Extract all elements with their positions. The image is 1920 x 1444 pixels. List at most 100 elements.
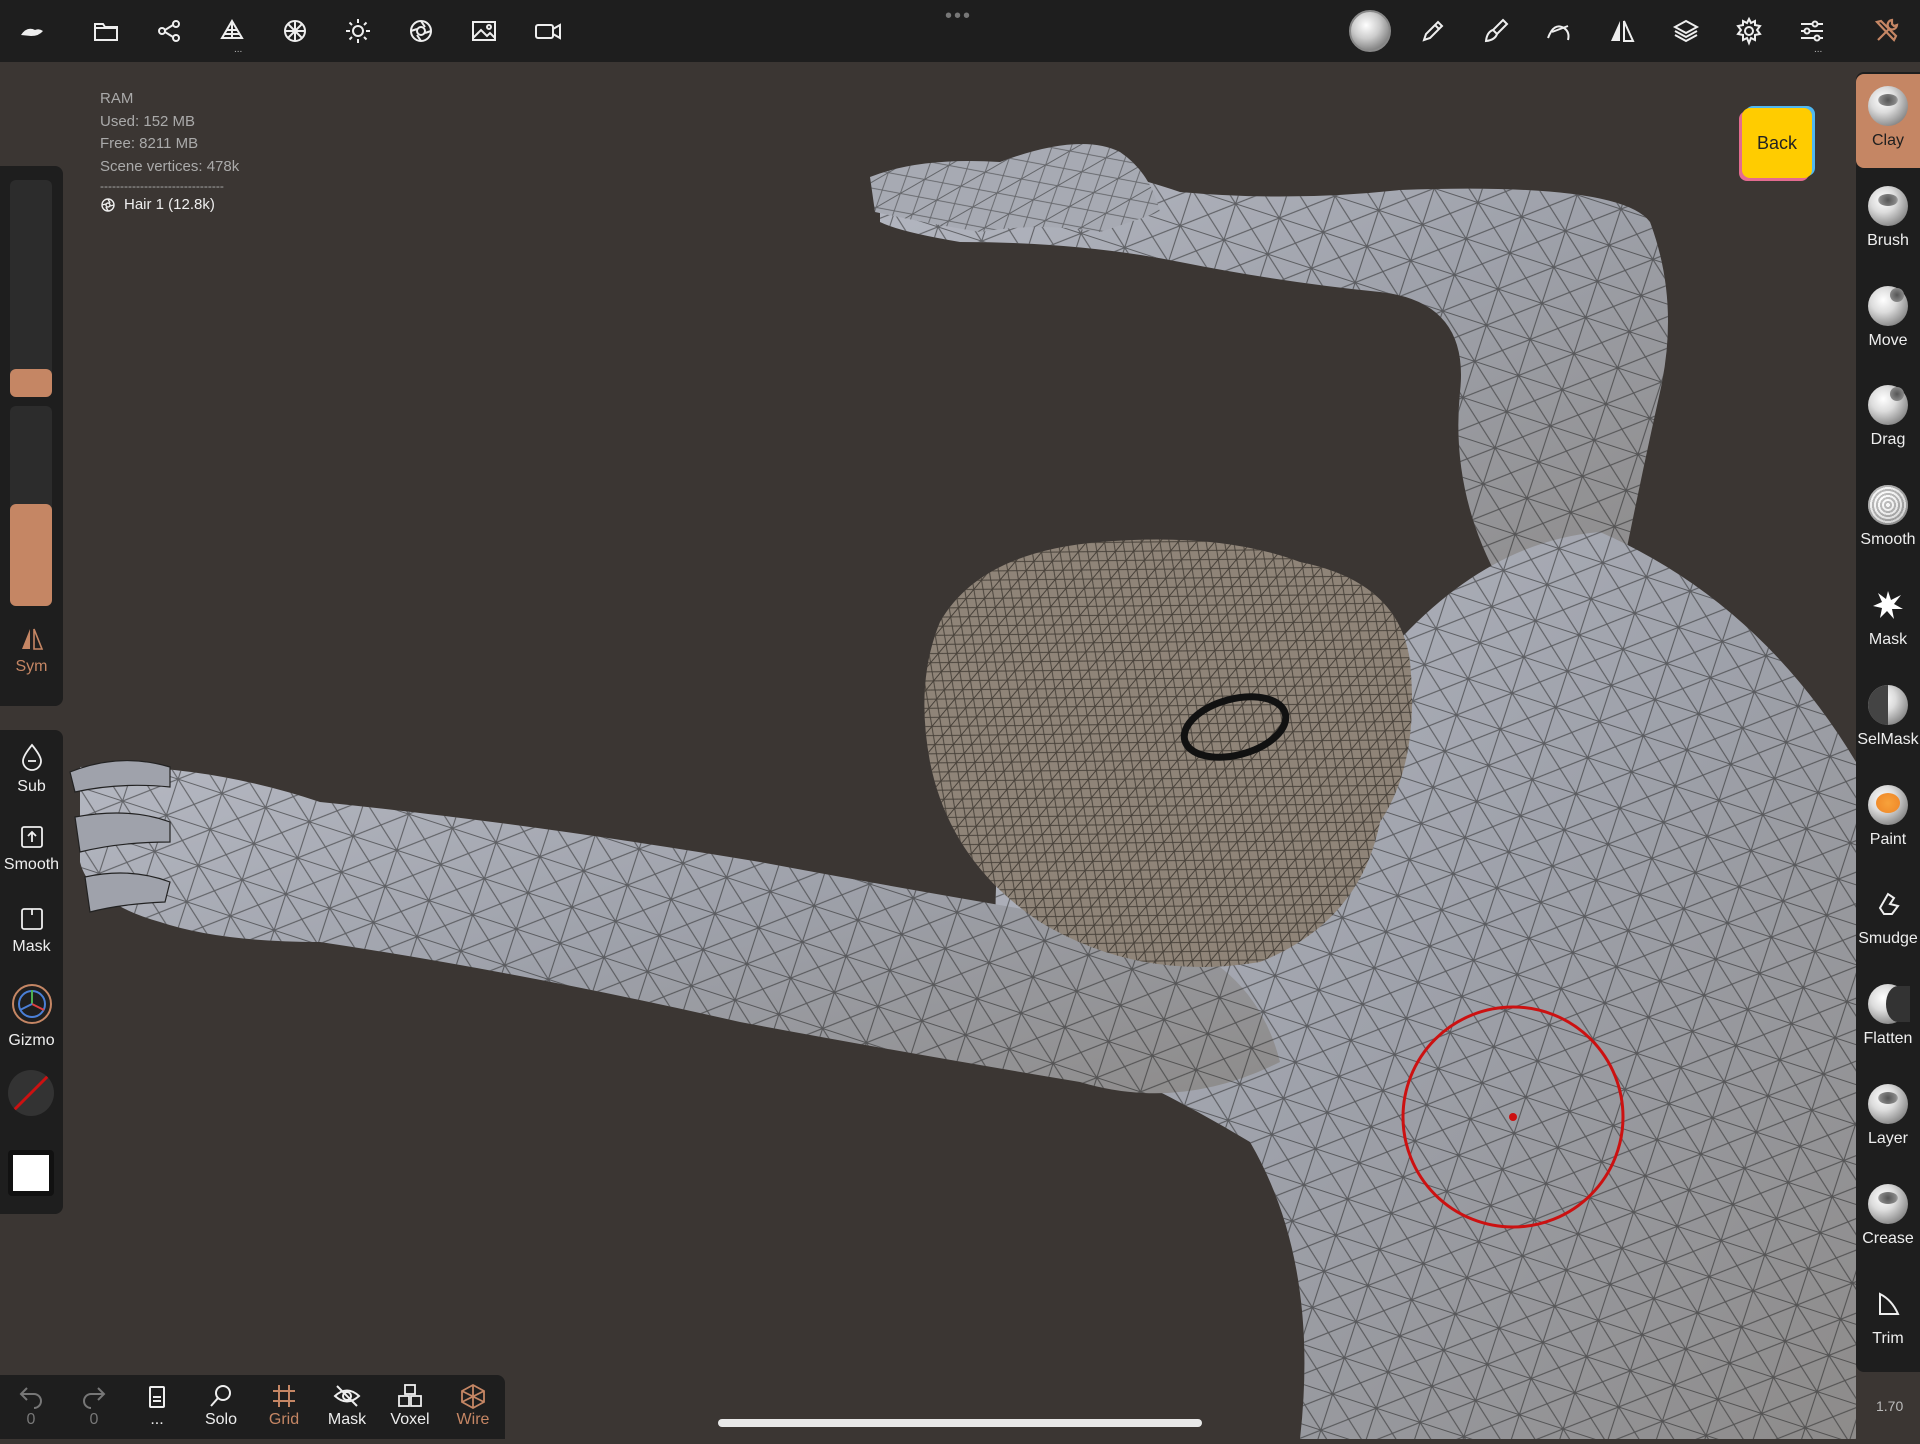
tools-wrench-icon[interactable] bbox=[1865, 10, 1909, 52]
tool-drag[interactable]: Drag bbox=[1856, 373, 1920, 467]
radius-slider-fill bbox=[10, 368, 52, 397]
left-slider-panel: Sym bbox=[0, 166, 63, 706]
gizmo-button[interactable]: Gizmo bbox=[0, 982, 63, 1050]
redo-button[interactable]: 0 bbox=[65, 1383, 123, 1429]
history-button[interactable]: ... bbox=[128, 1383, 186, 1429]
white-swatch bbox=[13, 1155, 49, 1191]
sphere-layer-icon bbox=[1868, 1084, 1908, 1124]
stroke-curve-icon[interactable] bbox=[1537, 10, 1581, 52]
tool-smudge[interactable]: Smudge bbox=[1856, 872, 1920, 966]
grid-button[interactable]: Grid bbox=[255, 1383, 313, 1429]
settings-gear-icon[interactable] bbox=[1727, 10, 1771, 52]
3d-viewport[interactable] bbox=[0, 62, 1920, 1439]
back-button[interactable]: Back bbox=[1742, 108, 1812, 178]
symmetry-icon bbox=[21, 628, 43, 650]
tool-label: Mask bbox=[1868, 631, 1908, 648]
scene-tree-icon[interactable] bbox=[147, 10, 191, 52]
tool-label: Paint bbox=[1869, 830, 1907, 848]
sphere-paint-icon bbox=[1868, 784, 1908, 825]
ram-free: Free: 8211 MB bbox=[100, 135, 199, 152]
light-sun-icon[interactable] bbox=[336, 10, 380, 52]
stroke-pen-icon[interactable] bbox=[1411, 10, 1455, 52]
gizmo-label: Gizmo bbox=[8, 1032, 55, 1049]
tool-label: Move bbox=[1868, 331, 1908, 349]
selected-object[interactable]: Hair 1 (12.8k) bbox=[100, 194, 255, 217]
tool-mask[interactable]: Mask bbox=[1856, 573, 1920, 667]
sphere-crease-icon bbox=[1868, 1183, 1908, 1224]
gizmo-icon bbox=[11, 984, 52, 1024]
mask-label: Mask bbox=[12, 938, 51, 955]
folder-icon[interactable] bbox=[84, 10, 128, 52]
tool-flatten[interactable]: Flatten bbox=[1856, 972, 1920, 1066]
tool-label: Trim bbox=[1872, 1329, 1904, 1347]
selected-object-label: Hair 1 (12.8k) bbox=[124, 196, 215, 213]
toolbar-subdots-right: ... bbox=[1814, 44, 1823, 55]
tool-paint[interactable]: Paint bbox=[1856, 773, 1920, 867]
sym-label: Sym bbox=[15, 658, 48, 675]
object-shader-icon bbox=[101, 198, 115, 212]
material-shader-icon[interactable] bbox=[399, 10, 443, 52]
toolbar-subdots: ... bbox=[234, 44, 243, 55]
scene-stats: RAM Used: 152 MB Free: 8211 MB Scene ver… bbox=[100, 88, 255, 217]
mask-button[interactable]: Mask bbox=[0, 906, 63, 956]
sphere-brush-icon bbox=[1868, 185, 1908, 226]
top-toolbar: ... ••• ... bbox=[0, 0, 1920, 62]
sliders-icon[interactable] bbox=[1790, 10, 1834, 52]
no-color-slash-icon bbox=[8, 1070, 54, 1116]
history-more: ... bbox=[150, 1411, 164, 1428]
tool-move[interactable]: Move bbox=[1856, 274, 1920, 368]
tool-trim[interactable]: Trim bbox=[1856, 1272, 1920, 1366]
tool-label: Drag bbox=[1870, 431, 1906, 449]
symmetry-icon[interactable] bbox=[1600, 10, 1644, 52]
material-sphere-icon[interactable] bbox=[1348, 10, 1392, 52]
sphere-flatten-icon bbox=[1868, 984, 1910, 1025]
mask-visibility-button[interactable]: Mask bbox=[318, 1383, 376, 1429]
tool-selmask[interactable]: SelMask bbox=[1856, 673, 1920, 767]
brush-tool-icon[interactable] bbox=[1474, 10, 1518, 52]
more-dots[interactable]: ••• bbox=[945, 6, 972, 26]
stats-separator: ------------------------------- bbox=[100, 179, 224, 193]
tool-crease[interactable]: Crease bbox=[1856, 1172, 1920, 1266]
tool-clay[interactable]: Clay bbox=[1856, 74, 1920, 168]
mask-splat-icon bbox=[1856, 585, 1920, 625]
trim-shape-icon bbox=[1856, 1284, 1920, 1324]
mesh-topology-icon[interactable] bbox=[273, 10, 317, 52]
tool-label: SelMask bbox=[1857, 730, 1919, 748]
document-icon bbox=[149, 1386, 165, 1408]
sym-toggle[interactable]: Sym bbox=[0, 626, 63, 676]
tool-layer[interactable]: Layer bbox=[1856, 1072, 1920, 1166]
tool-label: Crease bbox=[1862, 1229, 1914, 1247]
solo-label: Solo bbox=[204, 1411, 238, 1428]
solo-button[interactable]: Solo bbox=[192, 1383, 250, 1429]
mask-box-icon bbox=[20, 908, 43, 930]
redo-count: 0 bbox=[89, 1411, 99, 1428]
drop-minus-icon bbox=[21, 743, 42, 771]
wire-button[interactable]: Wire bbox=[444, 1383, 502, 1429]
scene-mesh-icon[interactable] bbox=[210, 10, 254, 52]
tool-brush[interactable]: Brush bbox=[1856, 174, 1920, 268]
grid-label: Grid bbox=[268, 1411, 300, 1428]
sub-button[interactable]: Sub bbox=[0, 742, 63, 796]
ram-label: RAM bbox=[100, 90, 134, 107]
smooth-button[interactable]: Smooth bbox=[0, 824, 63, 874]
voxel-button[interactable]: Voxel bbox=[381, 1383, 439, 1429]
home-indicator[interactable] bbox=[718, 1419, 1202, 1427]
tool-label: Smooth bbox=[1860, 531, 1916, 549]
tool-label: Layer bbox=[1867, 1130, 1909, 1147]
grid-icon bbox=[273, 1385, 295, 1407]
layers-icon[interactable] bbox=[1664, 10, 1708, 52]
mask-visibility-label: Mask bbox=[327, 1411, 367, 1428]
sub-label: Sub bbox=[17, 778, 46, 795]
radius-slider[interactable] bbox=[10, 180, 52, 396]
tool-label: Flatten bbox=[1863, 1030, 1913, 1048]
material-color-swatch[interactable] bbox=[8, 1070, 54, 1116]
undo-button[interactable]: 0 bbox=[2, 1383, 60, 1429]
search-icon bbox=[210, 1385, 231, 1407]
app-logo-icon[interactable] bbox=[10, 10, 54, 52]
color-picker-swatch[interactable] bbox=[8, 1150, 54, 1196]
wire-label: Wire bbox=[456, 1411, 490, 1428]
camera-video-icon[interactable] bbox=[526, 10, 570, 52]
tool-smooth[interactable]: Smooth bbox=[1856, 473, 1920, 567]
bottom-toolbar: 0 0 ... Solo Grid Mask Voxel Wire bbox=[0, 1375, 505, 1439]
image-background-icon[interactable] bbox=[462, 10, 506, 52]
